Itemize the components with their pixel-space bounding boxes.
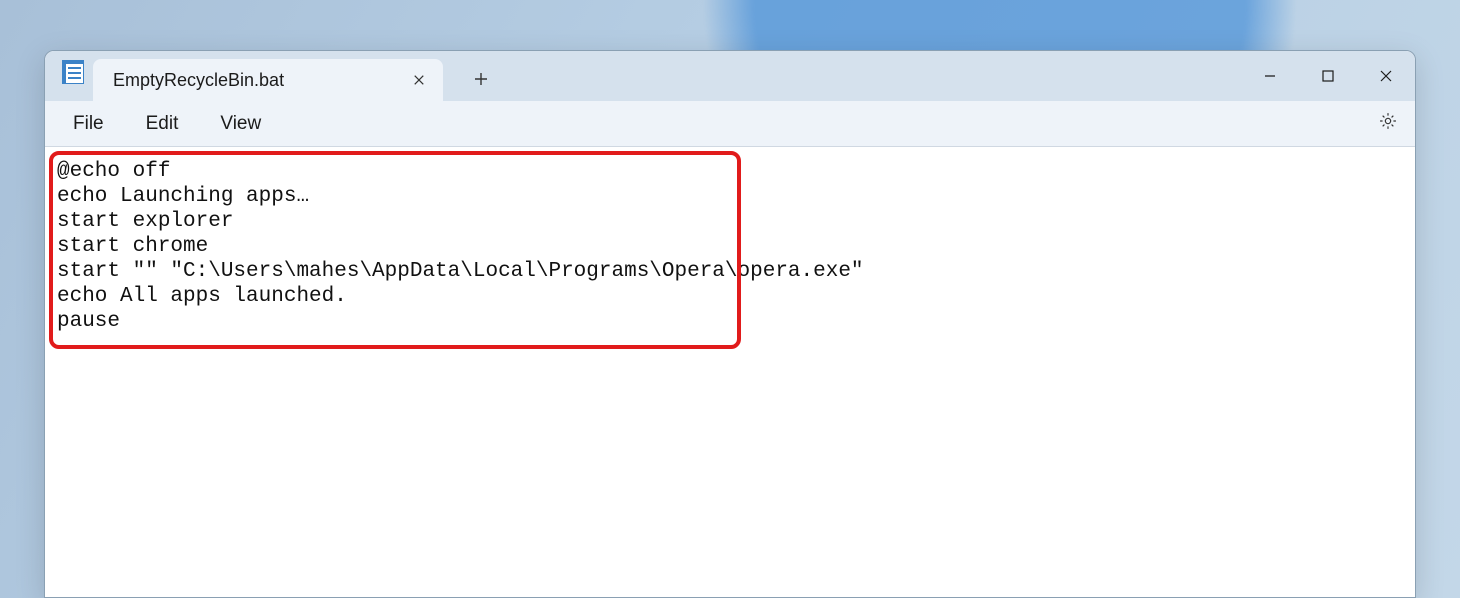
menu-view[interactable]: View: [202, 107, 279, 141]
notepad-icon: [59, 58, 87, 86]
window-controls: [1241, 51, 1415, 101]
close-button[interactable]: [1357, 51, 1415, 101]
tab-close-button[interactable]: [405, 66, 433, 94]
settings-button[interactable]: [1371, 107, 1405, 141]
document-tab[interactable]: EmptyRecycleBin.bat: [93, 59, 443, 101]
gear-icon: [1378, 111, 1398, 136]
menu-file[interactable]: File: [55, 107, 122, 141]
titlebar: EmptyRecycleBin.bat: [45, 51, 1415, 101]
editor-area: @echo off echo Launching apps… start exp…: [45, 147, 1415, 597]
menubar: File Edit View: [45, 101, 1415, 147]
minimize-button[interactable]: [1241, 51, 1299, 101]
text-editor[interactable]: @echo off echo Launching apps… start exp…: [45, 157, 1415, 336]
menu-edit[interactable]: Edit: [128, 107, 197, 141]
maximize-button[interactable]: [1299, 51, 1357, 101]
notepad-window: EmptyRecycleBin.bat File Edit View: [44, 50, 1416, 598]
new-tab-button[interactable]: [461, 59, 501, 99]
tab-title: EmptyRecycleBin.bat: [113, 70, 405, 91]
